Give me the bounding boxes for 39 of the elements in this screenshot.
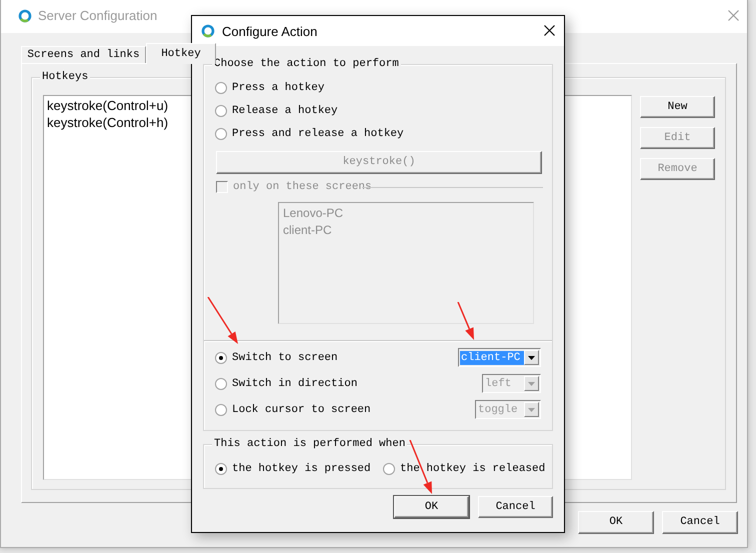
radio-button[interactable] <box>383 463 395 475</box>
group-title: Hotkeys <box>40 70 90 84</box>
radio-label: Lock cursor to screen <box>232 403 371 417</box>
list-item[interactable]: keystroke(Control+h) <box>47 114 168 131</box>
radio-label: the hotkey is pressed <box>232 462 371 476</box>
radio-button[interactable] <box>215 404 227 416</box>
ok-button[interactable]: OK <box>394 496 469 518</box>
radio-label: Press and release a hotkey <box>232 127 404 141</box>
dialog-title: Configure Action <box>222 24 318 40</box>
cancel-button[interactable]: Cancel <box>662 511 738 534</box>
radio-label: Release a hotkey <box>232 104 338 118</box>
tab[interactable]: Hotkey <box>146 43 216 64</box>
close-icon[interactable] <box>544 25 555 36</box>
cancel-button[interactable]: Cancel <box>478 496 553 518</box>
radio-label: the hotkey is released <box>400 462 546 476</box>
annotation-arrow <box>457 302 474 340</box>
radio-label: Switch in direction <box>232 377 358 391</box>
new-button[interactable]: New <box>640 96 715 118</box>
radio-button[interactable] <box>215 128 227 140</box>
app-logo-icon <box>18 9 32 23</box>
list-item[interactable]: keystroke(Control+u) <box>47 97 168 114</box>
tab[interactable]: Screens and links <box>21 46 146 63</box>
window-title: Server Configuration <box>38 8 158 24</box>
dropdown-value: left <box>484 376 512 390</box>
radio-label: Press a hotkey <box>232 81 324 95</box>
checkbox-label: only on these screens <box>231 180 374 194</box>
app-logo-icon <box>201 24 215 38</box>
radio-button[interactable] <box>215 352 227 364</box>
dropdown-value: client-PC <box>460 350 524 364</box>
radio-button[interactable] <box>215 378 227 390</box>
dropdown-value: toggle <box>477 402 519 416</box>
group-title: This action is performed when <box>212 437 408 451</box>
annotation-arrow <box>207 297 238 344</box>
radio-label: Switch to screen <box>232 351 338 365</box>
radio-button[interactable] <box>215 82 227 94</box>
ok-button[interactable]: OK <box>578 511 654 534</box>
dropdown-arrow-icon[interactable] <box>528 356 535 360</box>
radio-button[interactable] <box>215 105 227 117</box>
radio-button[interactable] <box>215 463 227 475</box>
